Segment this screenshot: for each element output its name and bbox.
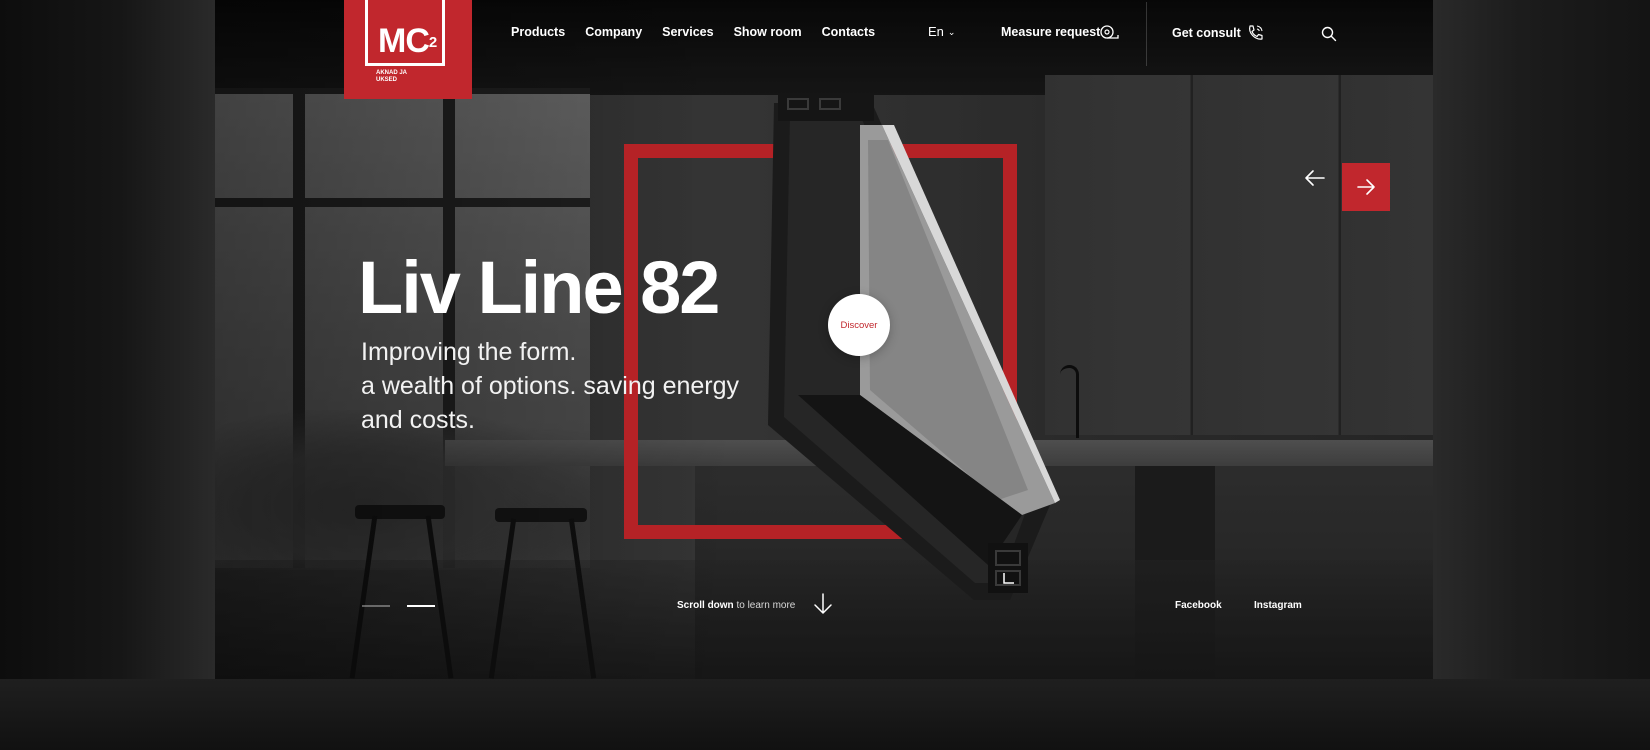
header-divider	[1146, 2, 1147, 66]
main-nav: Products Company Services Show room Cont…	[511, 25, 895, 39]
get-consult-link[interactable]: Get consult	[1172, 26, 1241, 40]
nav-item-company[interactable]: Company	[585, 25, 642, 39]
search-icon[interactable]	[1321, 26, 1337, 42]
logo-subtitle-line2: UKSED	[376, 77, 398, 83]
arrow-left-icon[interactable]	[1302, 165, 1328, 191]
logo-frame: MC2	[365, 0, 445, 66]
logo-mark: MC2	[378, 22, 437, 60]
get-consult-label: Get consult	[1172, 26, 1241, 40]
logo-text: MC	[378, 22, 430, 60]
nav-item-services[interactable]: Services	[662, 25, 713, 39]
slide-indicator-1[interactable]	[362, 605, 390, 607]
hero-subtitle: Improving the form. a wealth of options.…	[361, 335, 781, 437]
page-background-bottom	[0, 679, 1650, 750]
scroll-down-sublabel: to learn more	[736, 600, 796, 611]
nav-item-products[interactable]: Products	[511, 25, 565, 39]
hero-subtitle-line3: and costs.	[361, 406, 475, 434]
chevron-down-icon: ⌄	[947, 27, 956, 37]
social-link-facebook[interactable]: Facebook	[1175, 600, 1222, 611]
social-link-instagram[interactable]: Instagram	[1254, 600, 1302, 611]
measure-tape-icon[interactable]	[1100, 25, 1120, 41]
slide-indicator-2[interactable]	[407, 605, 435, 607]
hero-title: Liv Line 82	[358, 246, 720, 329]
hero-subtitle-line2: a wealth of options. saving energy	[361, 372, 740, 400]
scroll-down-label: Scroll down	[677, 600, 734, 611]
measure-request-link[interactable]: Measure request	[1001, 25, 1100, 39]
scroll-down-hint[interactable]: Scroll down to learn more	[677, 600, 795, 611]
language-label: En	[928, 24, 944, 39]
logo-superscript: 2	[428, 34, 437, 51]
nav-item-show-room[interactable]: Show room	[734, 25, 802, 39]
logo-subtitle: AKNAD JA UKSED	[376, 70, 407, 84]
arrow-down-icon[interactable]	[812, 592, 834, 616]
discover-button[interactable]: Discover	[828, 294, 890, 356]
window-profile-image	[768, 95, 1060, 600]
brand-logo[interactable]: MC2 AKNAD JA UKSED	[344, 0, 472, 99]
language-selector[interactable]: En ⌄	[928, 24, 955, 39]
arrow-right-icon	[1357, 179, 1375, 195]
next-slide-button[interactable]	[1342, 163, 1390, 211]
hero-subtitle-line1: Improving the form.	[361, 338, 577, 366]
phone-icon[interactable]	[1246, 24, 1264, 42]
nav-item-contacts[interactable]: Contacts	[822, 25, 875, 39]
logo-subtitle-line1: AKNAD JA	[376, 70, 408, 76]
measure-request-label: Measure request	[1001, 25, 1101, 39]
